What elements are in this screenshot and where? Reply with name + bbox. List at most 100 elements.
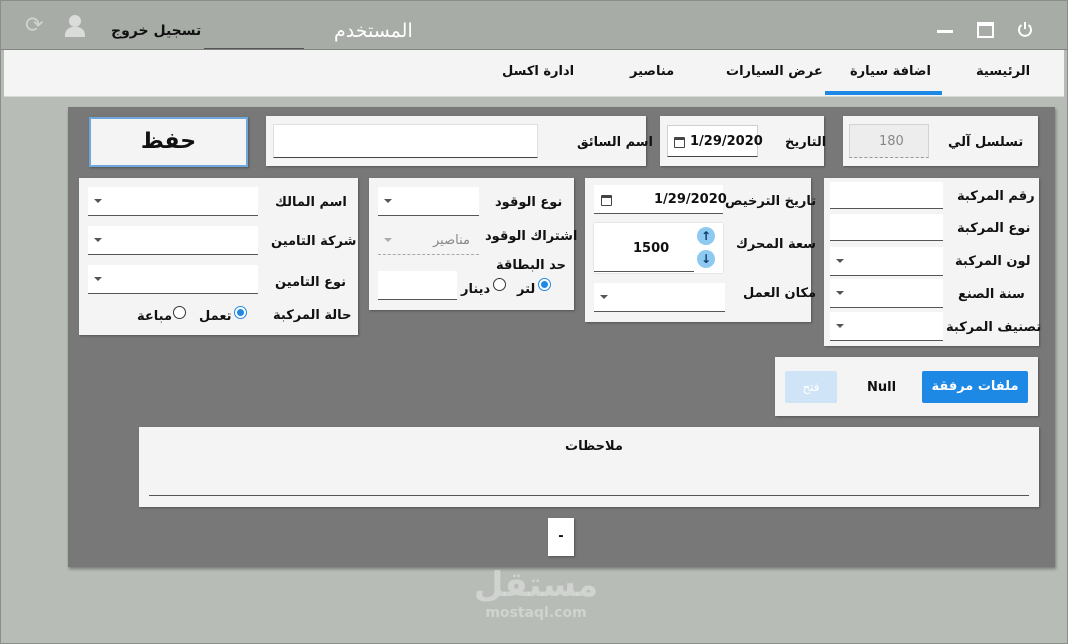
working-radio[interactable] <box>234 306 247 319</box>
date-label: التاريخ <box>785 135 827 150</box>
attachments-label: ملفات مرفقة <box>931 379 1019 394</box>
watermark: مستقل mostaql.com <box>466 565 606 635</box>
driver-label: اسم السائق <box>577 135 654 150</box>
owner-select[interactable] <box>88 187 258 216</box>
small-button-label: - <box>558 529 564 544</box>
fuel-type-select[interactable] <box>378 187 479 216</box>
license-date-value: 1/29/2020 <box>654 192 727 207</box>
class-select[interactable] <box>830 312 943 341</box>
status-label: حالة المركبة <box>273 308 352 323</box>
watermark-logo: مستقل <box>473 565 599 605</box>
arrow-up-icon[interactable]: ↑ <box>697 227 715 245</box>
owner-card: اسم المالك شركة التامين نوع التامين حالة… <box>79 178 358 335</box>
type-label: نوع المركبة <box>957 221 1031 236</box>
title-bar: ⟳ تسجيل خروج المستخدم <box>0 0 1068 50</box>
date-picker[interactable]: 1/29/2020 <box>667 125 763 157</box>
color-label: لون المركبة <box>955 254 1031 269</box>
date-value: 1/29/2020 <box>690 134 763 149</box>
chevron-down-icon <box>94 238 102 242</box>
chevron-down-icon <box>94 277 102 281</box>
engine-stepper[interactable]: 1500 ↑ ↓ <box>594 223 723 273</box>
calendar-icon[interactable] <box>674 137 685 148</box>
chevron-down-icon <box>836 259 844 263</box>
chevron-down-icon <box>836 324 844 328</box>
plate-label: رقم المركبة <box>957 189 1035 204</box>
fuel-sub-label: اشتراك الوقود <box>485 229 578 244</box>
workplace-select[interactable] <box>594 283 725 312</box>
tab-excel[interactable]: ادارة اكسل <box>502 64 574 79</box>
engine-underline <box>594 271 694 272</box>
user-underline <box>204 48 304 49</box>
fuel-card: نوع الوقود اشتراك الوقود مناصير حد البطا… <box>369 178 578 310</box>
open-button[interactable]: فتح <box>785 371 837 403</box>
insurer-select[interactable] <box>88 226 258 255</box>
color-select[interactable] <box>830 247 943 276</box>
power-icon[interactable] <box>1017 21 1033 37</box>
engine-label: سعة المحرك <box>736 237 816 252</box>
main-panel: تسلسل آلي 180 التاريخ 1/29/2020 اسم السا… <box>68 107 1055 567</box>
small-button[interactable]: - <box>548 518 574 556</box>
owner-label: اسم المالك <box>275 195 347 210</box>
fuel-sub-select[interactable]: مناصير <box>378 226 479 255</box>
license-date-picker[interactable]: 1/29/2020 <box>594 185 727 214</box>
class-label: تصنيف المركبة <box>946 320 1042 335</box>
serial-label: تسلسل آلي <box>948 135 1024 150</box>
nav-bar: الرئيسية اضافة سيارة عرض السيارات مناصير… <box>4 50 1064 97</box>
serial-field: 180 <box>849 124 929 158</box>
sold-label: مباعة <box>137 309 173 324</box>
chevron-down-icon <box>94 199 102 203</box>
license-date-label: تاريخ الترخيص <box>725 194 817 209</box>
calendar-icon[interactable] <box>601 195 612 206</box>
notes-label: ملاحظات <box>565 439 623 454</box>
watermark-sub: mostaql.com <box>485 605 587 621</box>
tab-active-indicator <box>825 91 942 95</box>
fuel-sub-value: مناصير <box>433 233 470 248</box>
serial-value: 180 <box>879 134 904 149</box>
chevron-down-icon <box>384 238 392 242</box>
tab-view-cars[interactable]: عرض السيارات <box>726 64 823 79</box>
year-select[interactable] <box>830 279 943 308</box>
notes-field[interactable] <box>149 457 1029 496</box>
liter-radio[interactable] <box>538 278 551 291</box>
liter-label: لتر <box>517 282 536 297</box>
sold-radio[interactable] <box>173 306 186 319</box>
chevron-down-icon <box>600 295 608 299</box>
driver-card: اسم السائق <box>266 116 653 166</box>
refresh-icon[interactable]: ⟳ <box>25 15 43 37</box>
vehicle-card: رقم المركبة نوع المركبة لون المركبة سنة … <box>824 178 1042 346</box>
insurance-type-select[interactable] <box>88 265 258 294</box>
engine-value: 1500 <box>633 241 670 256</box>
card-limit-field[interactable] <box>378 271 457 300</box>
save-button[interactable]: حفظ <box>89 117 248 167</box>
open-label: فتح <box>802 380 820 394</box>
driver-field[interactable] <box>273 124 538 158</box>
insurance-type-label: نوع التامين <box>275 275 347 290</box>
insurer-label: شركة التامين <box>271 234 357 249</box>
year-label: سنة الصنع <box>958 287 1025 302</box>
attachments-card: ملفات مرفقة Null فتح <box>775 357 1038 416</box>
maximize-icon[interactable] <box>977 22 994 38</box>
card-limit-label: حد البطاقة <box>496 258 566 273</box>
tab-add-car[interactable]: اضافة سيارة <box>850 64 931 79</box>
license-card: تاريخ الترخيص 1/29/2020 سعة المحرك 1500 … <box>585 178 816 322</box>
date-card: التاريخ 1/29/2020 <box>660 116 827 166</box>
serial-card: تسلسل آلي 180 <box>843 116 1038 166</box>
notes-card: ملاحظات <box>139 427 1039 507</box>
dinar-radio[interactable] <box>493 278 506 291</box>
logout-button[interactable]: تسجيل خروج <box>111 23 201 39</box>
dinar-label: دينار <box>461 282 491 297</box>
plate-field[interactable] <box>830 182 943 209</box>
arrow-down-icon[interactable]: ↓ <box>697 250 715 268</box>
chevron-down-icon <box>836 291 844 295</box>
type-field[interactable] <box>830 214 943 241</box>
user-icon[interactable] <box>65 15 85 37</box>
window-title: المستخدم <box>334 20 413 42</box>
minimize-icon[interactable] <box>937 30 953 33</box>
tab-manaseer[interactable]: مناصير <box>630 64 674 79</box>
workplace-label: مكان العمل <box>743 286 817 301</box>
fuel-type-label: نوع الوقود <box>495 195 563 210</box>
working-label: تعمل <box>199 309 232 324</box>
attachments-value: Null <box>867 380 897 395</box>
tab-home[interactable]: الرئيسية <box>976 64 1030 79</box>
attachments-button[interactable]: ملفات مرفقة <box>922 371 1028 403</box>
